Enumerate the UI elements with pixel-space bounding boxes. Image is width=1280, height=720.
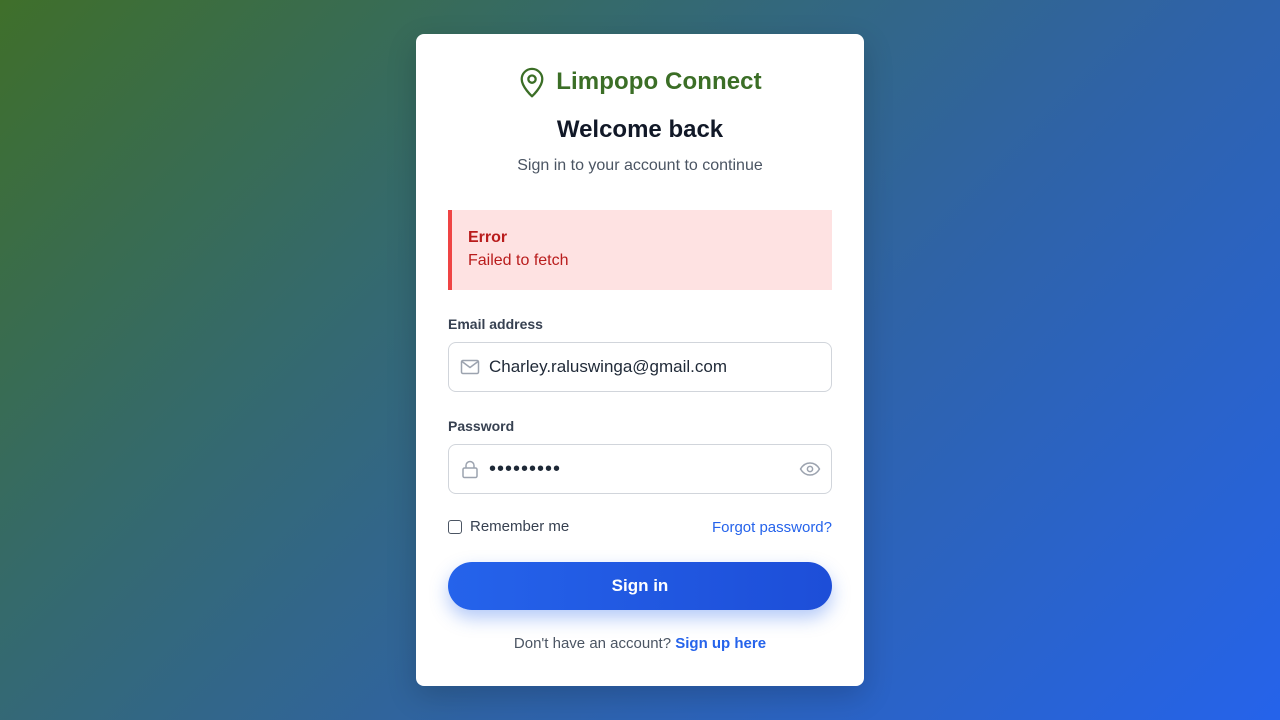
password-field[interactable]: [448, 444, 832, 494]
email-field[interactable]: [448, 342, 832, 392]
signup-prompt-text: Don't have an account?: [513, 635, 672, 652]
sign-up-link[interactable]: Sign up here: [675, 635, 766, 652]
error-alert-title: Error: [468, 229, 508, 246]
error-alert: Error Failed to fetch: [448, 210, 832, 290]
error-alert-message: Failed to fetch: [468, 252, 569, 269]
password-label: Password: [448, 418, 515, 434]
page-title: Welcome back: [556, 116, 724, 143]
mail-icon: [460, 359, 480, 375]
email-input[interactable]: [489, 343, 789, 391]
options-row: Remember me Forgot password?: [448, 518, 832, 538]
password-input[interactable]: [489, 445, 789, 493]
email-label: Email address: [448, 316, 543, 332]
remember-me-label[interactable]: Remember me: [470, 518, 569, 535]
brand-name: Limpopo Connect: [556, 68, 762, 95]
eye-icon[interactable]: [799, 459, 821, 479]
page-subtitle: Sign in to your account to continue: [517, 157, 763, 174]
remember-me-checkbox[interactable]: [448, 519, 462, 534]
signup-prompt: Don't have an account? Sign up here: [416, 634, 864, 654]
brand: Limpopo Connect: [416, 66, 864, 98]
forgot-password-link[interactable]: Forgot password?: [712, 519, 832, 536]
lock-icon: [462, 460, 478, 479]
remember-me[interactable]: Remember me: [448, 518, 569, 535]
login-card: Limpopo Connect Welcome back Sign in to …: [416, 34, 864, 686]
map-pin-icon: [520, 67, 544, 98]
sign-in-button[interactable]: Sign in: [448, 562, 832, 610]
